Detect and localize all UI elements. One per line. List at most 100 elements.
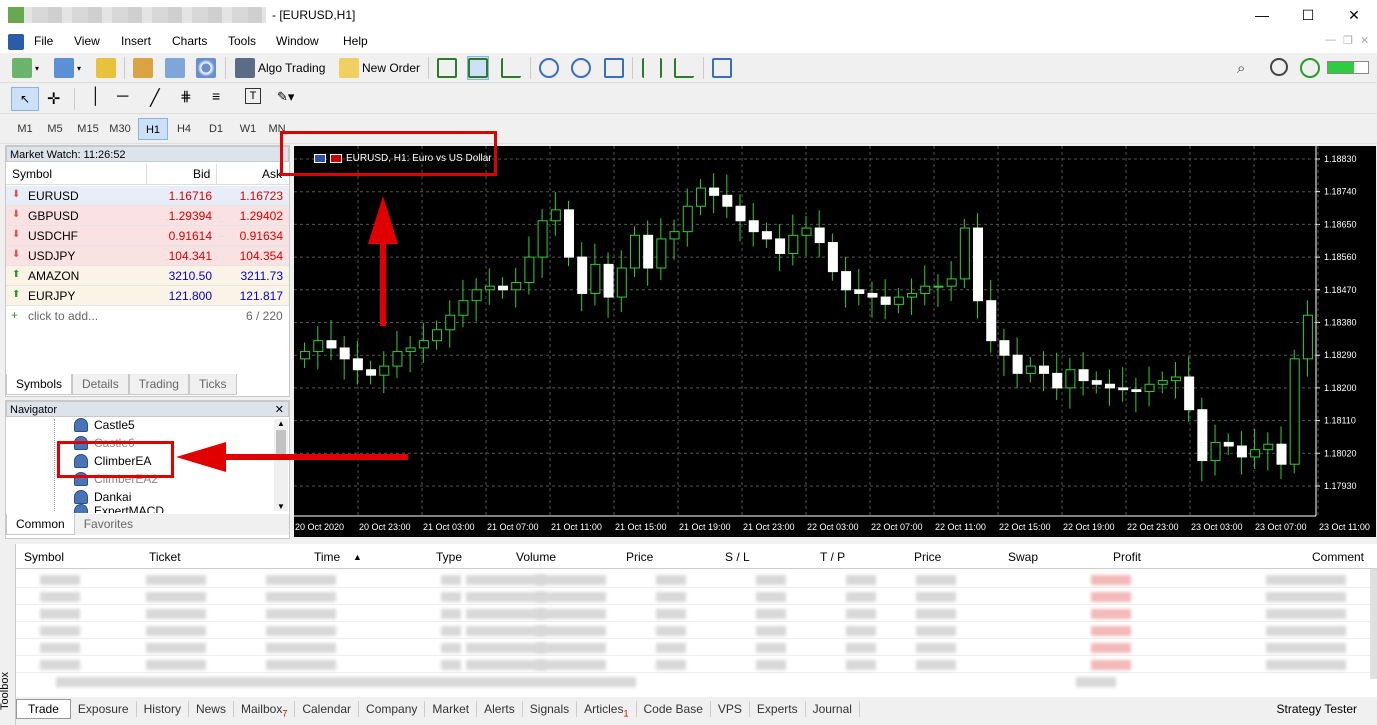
- sort-asc-icon: ▲: [353, 552, 362, 562]
- tab-label: Trade: [28, 702, 59, 716]
- tab-badge: 7: [282, 708, 288, 719]
- tab-label: Articles: [584, 702, 624, 716]
- blurred-cell: [466, 660, 546, 670]
- tab-label: History: [143, 702, 181, 716]
- tab-history[interactable]: History: [137, 701, 189, 717]
- tab-label: VPS: [717, 702, 742, 716]
- col-swap[interactable]: Swap: [1008, 550, 1038, 564]
- trade-row[interactable]: [16, 622, 1371, 639]
- blurred-cell: [1091, 660, 1131, 670]
- blurred-cell: [846, 609, 876, 619]
- blurred-cell: [1091, 626, 1131, 636]
- tab-trade[interactable]: Trade: [16, 699, 71, 719]
- blurred-cell: [441, 609, 461, 619]
- tab-label: Signals: [529, 702, 570, 716]
- tab-company[interactable]: Company: [359, 701, 426, 717]
- blurred-cell: [846, 643, 876, 653]
- blurred-cell: [846, 626, 876, 636]
- blurred-cell: [441, 575, 461, 585]
- blurred-cell: [1266, 592, 1346, 602]
- tab-label: Journal: [812, 702, 852, 716]
- terminal-header: Symbol Ticket Time ▲ Type Volume Price S…: [16, 544, 1377, 569]
- tab-label: News: [195, 702, 226, 716]
- blurred-cell: [536, 575, 606, 585]
- blurred-cell: [1091, 643, 1131, 653]
- tab-mailbox[interactable]: Mailbox7: [234, 701, 296, 719]
- blurred-cell: [466, 575, 546, 585]
- col-sl[interactable]: S / L: [725, 550, 750, 564]
- col-volume[interactable]: Volume: [516, 550, 556, 564]
- blurred-summary-row: [16, 675, 1116, 689]
- blurred-cell: [756, 575, 786, 585]
- tab-market[interactable]: Market: [425, 701, 478, 717]
- blurred-cell: [536, 660, 606, 670]
- blurred-cell: [846, 575, 876, 585]
- trade-row[interactable]: [16, 588, 1371, 605]
- tab-vps[interactable]: VPS: [711, 701, 750, 717]
- col-ticket[interactable]: Ticket: [149, 550, 181, 564]
- col-type[interactable]: Type: [436, 550, 462, 564]
- up-arrow-head: [368, 196, 398, 244]
- col-price[interactable]: Price: [626, 550, 653, 564]
- terminal-tabs: Trade Exposure History News Mailbox7 Calendar…: [16, 697, 1377, 721]
- blurred-cell: [40, 575, 80, 585]
- blurred-cell: [40, 592, 80, 602]
- blurred-cell: [846, 660, 876, 670]
- blurred-cell: [266, 609, 336, 619]
- blurred-cell: [656, 660, 686, 670]
- tab-experts[interactable]: Experts: [750, 701, 806, 717]
- col-tp[interactable]: T / P: [820, 550, 845, 564]
- tab-articles[interactable]: Articles1: [577, 701, 637, 718]
- blurred-cell: [656, 575, 686, 585]
- tab-label: Market: [432, 702, 470, 716]
- blurred-cell: [266, 592, 336, 602]
- blurred-cell: [146, 592, 206, 602]
- blurred-cell: [266, 575, 336, 585]
- blurred-cell: [146, 626, 206, 636]
- tab-news[interactable]: News: [189, 701, 234, 717]
- tab-journal[interactable]: Journal: [806, 701, 860, 717]
- blurred-cell: [916, 643, 956, 653]
- trade-row[interactable]: [16, 571, 1371, 588]
- blurred-cell: [266, 660, 336, 670]
- blurred-cell: [756, 643, 786, 653]
- trade-row[interactable]: [16, 656, 1371, 673]
- blurred-cell: [916, 575, 956, 585]
- blurred-cell: [466, 643, 546, 653]
- blurred-cell: [266, 643, 336, 653]
- blurred-cell: [916, 592, 956, 602]
- blurred-cell: [466, 592, 546, 602]
- tab-exposure[interactable]: Exposure: [71, 701, 137, 717]
- col-current-price[interactable]: Price: [914, 550, 941, 564]
- blurred-cell: [1266, 660, 1346, 670]
- strategy-tester-button[interactable]: Strategy Tester: [1277, 702, 1377, 716]
- blurred-cell: [40, 660, 80, 670]
- tab-label: Company: [366, 702, 418, 716]
- col-time[interactable]: Time: [314, 550, 340, 564]
- blurred-cell: [656, 643, 686, 653]
- trade-row[interactable]: [16, 605, 1371, 622]
- blurred-cell: [146, 575, 206, 585]
- tab-alerts[interactable]: Alerts: [477, 701, 523, 717]
- blurred-cell: [1266, 626, 1346, 636]
- tab-label: Mailbox: [240, 702, 283, 716]
- terminal-scrollbar[interactable]: [1370, 569, 1377, 679]
- blurred-cell: [1266, 643, 1346, 653]
- blurred-cell: [1266, 575, 1346, 585]
- tab-signals[interactable]: Signals: [523, 701, 578, 717]
- trade-row[interactable]: [16, 639, 1371, 656]
- tab-calendar[interactable]: Calendar: [295, 701, 360, 717]
- blurred-cell: [536, 643, 606, 653]
- col-symbol[interactable]: Symbol: [24, 550, 64, 564]
- blurred-cell: [656, 626, 686, 636]
- blurred-cell: [40, 609, 80, 619]
- blurred-cell: [536, 626, 606, 636]
- blurred-cell: [1266, 609, 1346, 619]
- tab-code-base[interactable]: Code Base: [637, 701, 711, 717]
- tab-label: Calendar: [302, 702, 352, 716]
- blurred-cell: [656, 592, 686, 602]
- col-profit[interactable]: Profit: [1113, 550, 1141, 564]
- blurred-cell: [441, 592, 461, 602]
- col-comment[interactable]: Comment: [1312, 550, 1364, 564]
- blurred-cell: [656, 609, 686, 619]
